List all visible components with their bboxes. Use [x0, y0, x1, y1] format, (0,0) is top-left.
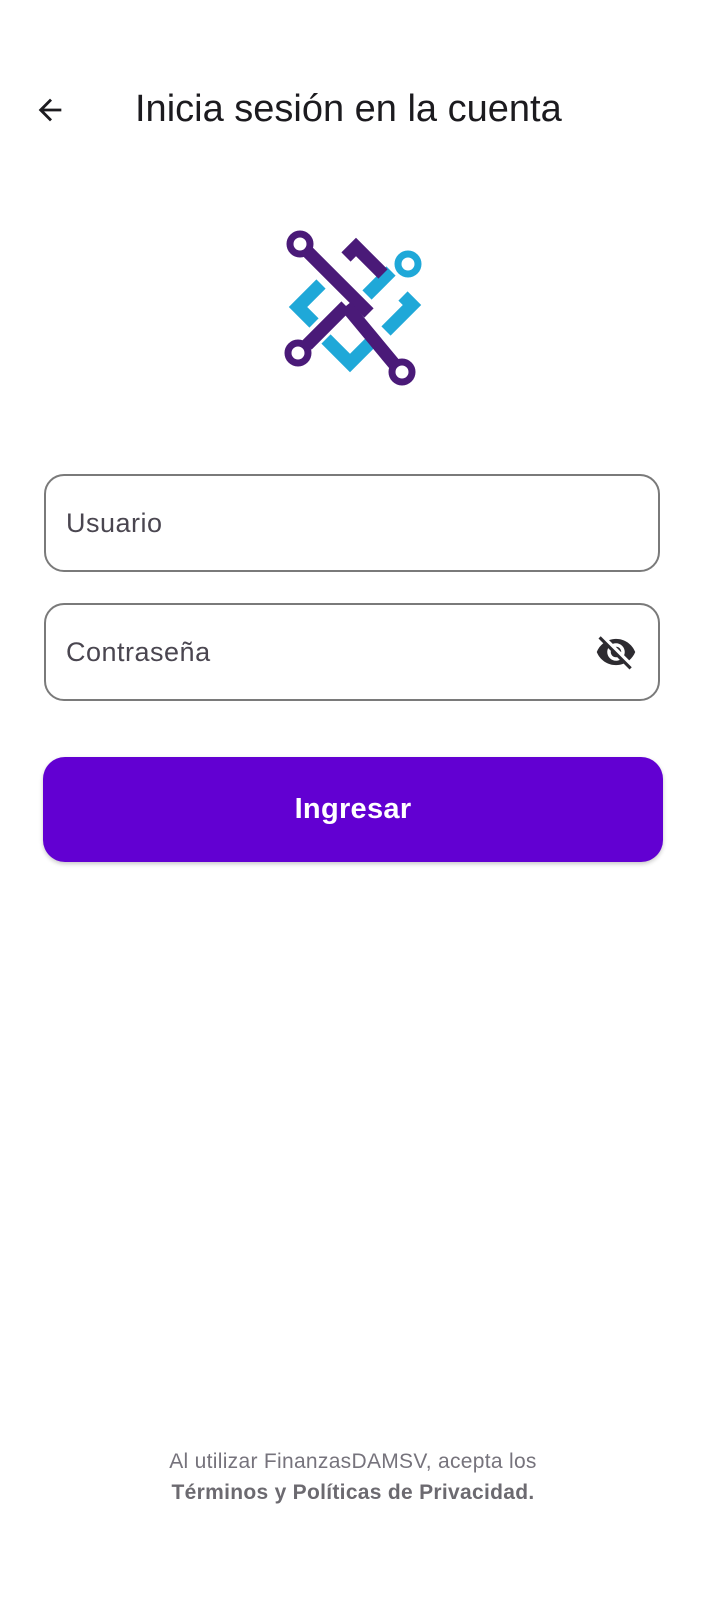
password-field[interactable] — [44, 603, 660, 701]
login-screen: Inicia sesión en la cuenta Usuario Ingre… — [0, 0, 720, 1600]
terms-notice: Al utilizar FinanzasDAMSV, acepta los Té… — [0, 1446, 706, 1508]
back-button[interactable] — [22, 82, 78, 138]
app-logo — [284, 230, 422, 386]
username-field[interactable] — [44, 474, 660, 572]
page-title: Inicia sesión en la cuenta — [135, 88, 562, 130]
arrow-left-icon — [38, 98, 62, 122]
terms-notice-text: Al utilizar FinanzasDAMSV, acepta los — [169, 1450, 537, 1473]
username-input[interactable] — [46, 476, 658, 570]
login-button[interactable]: Ingresar — [43, 757, 663, 862]
toggle-password-visibility-button[interactable] — [592, 628, 640, 676]
password-input[interactable] — [46, 605, 658, 699]
eye-off-icon — [596, 636, 636, 670]
terms-link[interactable]: Términos y Políticas de Privacidad. — [0, 1477, 706, 1508]
